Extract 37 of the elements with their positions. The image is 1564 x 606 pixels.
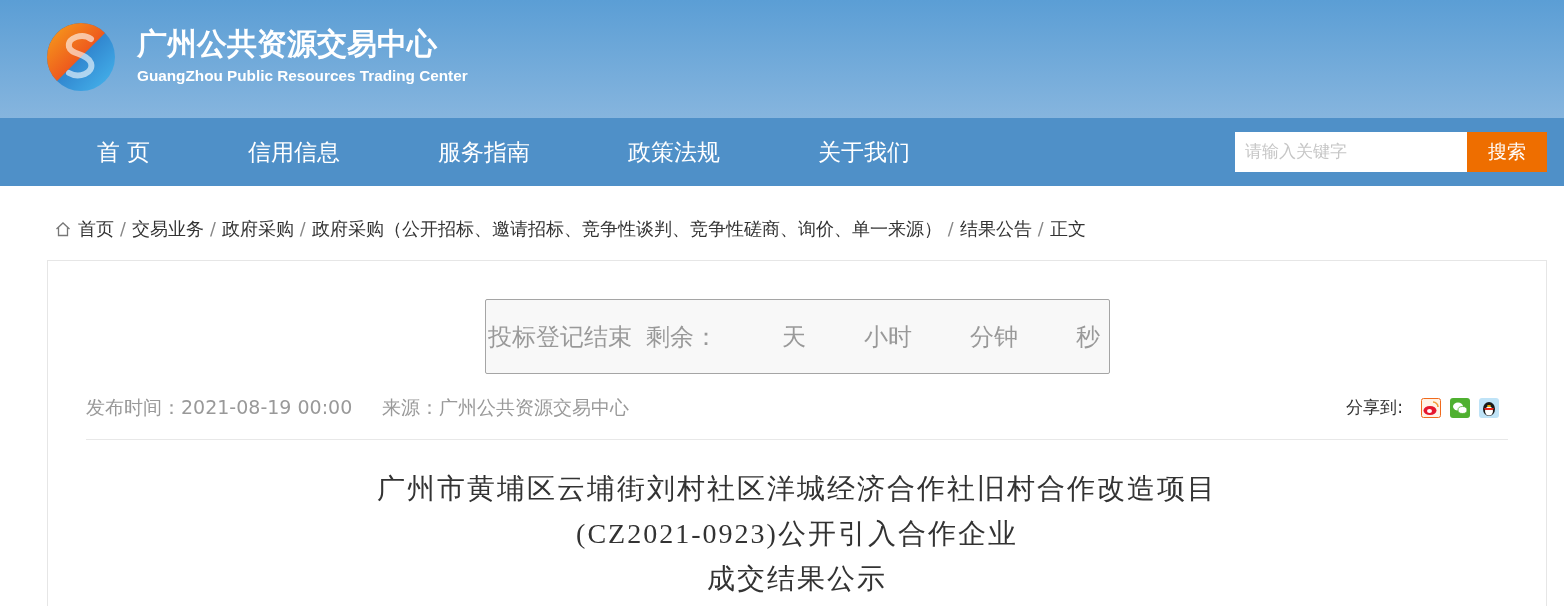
article-title-line: (CZ2021-0923)公开引入合作企业: [576, 517, 1018, 551]
home-icon[interactable]: [55, 221, 71, 237]
penguin-share-icon[interactable]: [1479, 397, 1499, 418]
article-title-line: 广州市黄埔区云埔街刘村社区洋城经济合作社旧村合作改造项目: [377, 472, 1217, 506]
countdown-unit: 秒: [1075, 321, 1100, 353]
breadcrumb-link[interactable]: 政府采购: [221, 217, 294, 241]
breadcrumb-separator: /: [947, 219, 954, 239]
breadcrumb-link[interactable]: 结果公告: [959, 217, 1032, 241]
countdown-unit: 天: [781, 321, 806, 353]
countdown-unit: 小时: [863, 321, 912, 353]
logo-icon: [47, 23, 115, 91]
site-subtitle: GuangZhou Public Resources Trading Center: [137, 67, 468, 85]
wechat-share-icon[interactable]: [1450, 397, 1470, 418]
search-button[interactable]: 搜索: [1467, 132, 1547, 172]
countdown-remaining-label: 剩余：: [645, 321, 718, 353]
site-title: 广州公共资源交易中心: [137, 27, 438, 61]
source-text: 来源：广州公共资源交易中心: [382, 394, 630, 420]
nav-link[interactable]: 服务指南: [438, 137, 531, 167]
countdown-label: 投标登记结束: [487, 321, 632, 353]
weibo-share-icon[interactable]: [1421, 397, 1441, 418]
search-field[interactable]: 请输入关键字: [1235, 132, 1467, 172]
nav-link[interactable]: 政策法规: [628, 137, 721, 167]
nav-link[interactable]: 信用信息: [248, 137, 341, 167]
nav-link[interactable]: 首 页: [97, 137, 151, 167]
breadcrumb-link[interactable]: 交易业务: [131, 217, 204, 241]
breadcrumb-separator: /: [120, 219, 126, 239]
nav-link[interactable]: 关于我们: [818, 137, 911, 167]
breadcrumb-separator: /: [1037, 219, 1044, 239]
countdown-unit: 分钟: [969, 321, 1018, 353]
breadcrumb-separator: /: [299, 219, 306, 239]
publish-time: 发布时间：2021-08-19 00:00: [86, 394, 353, 420]
breadcrumb-separator: /: [209, 219, 216, 239]
breadcrumb-link[interactable]: 首页: [78, 217, 114, 241]
article-title-line: 成交结果公示: [707, 562, 887, 596]
breadcrumb-link[interactable]: 政府采购（公开招标、邀请招标、竞争性谈判、竞争性磋商、询价、单一来源）: [311, 217, 942, 241]
share-label: 分享到:: [1346, 396, 1403, 419]
breadcrumb-current-page: 正文: [1049, 218, 1086, 241]
